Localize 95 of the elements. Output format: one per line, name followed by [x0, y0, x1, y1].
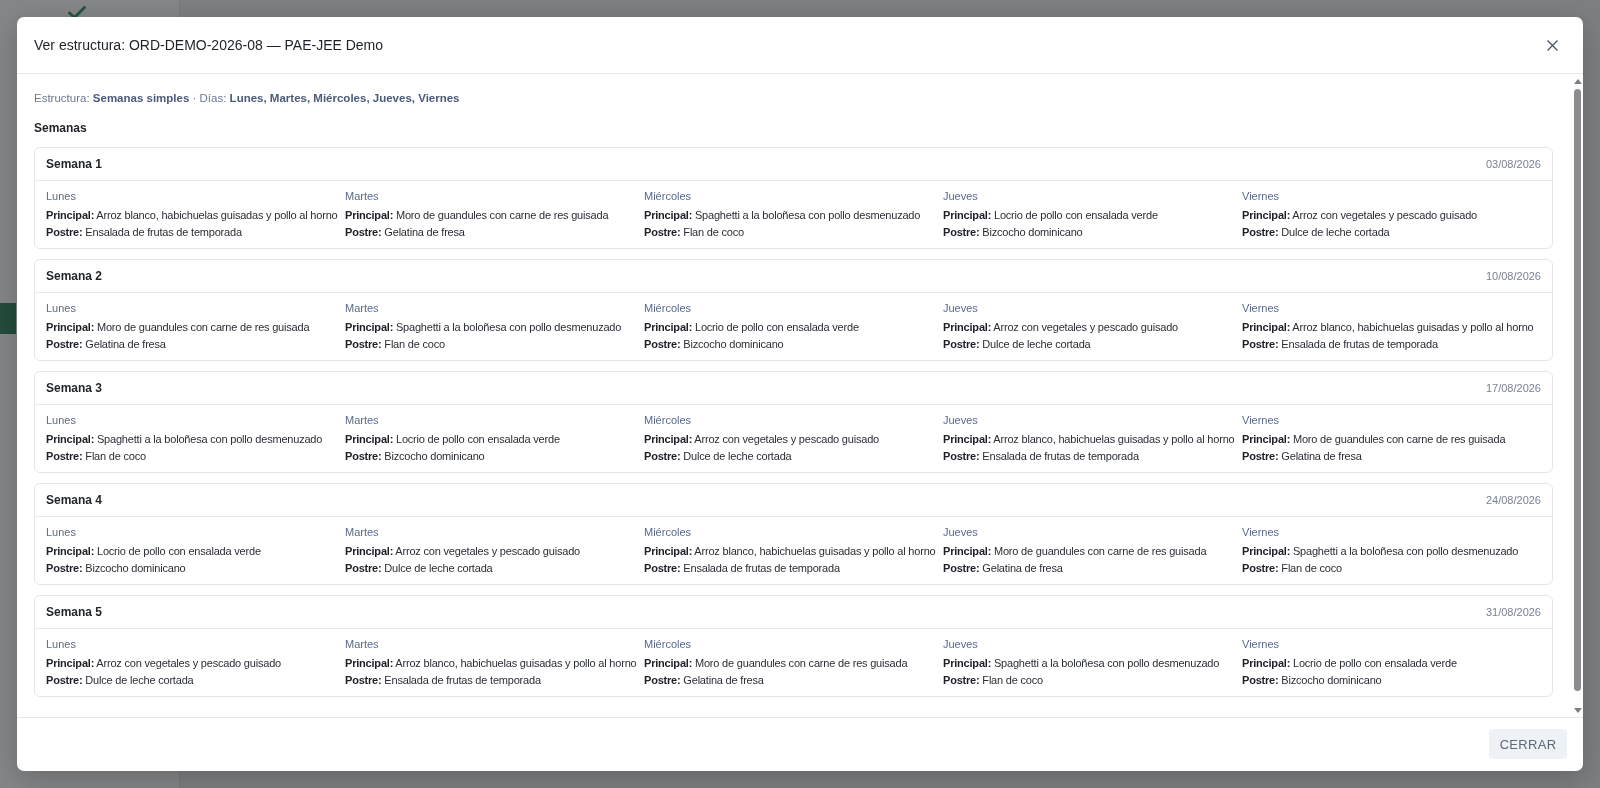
dessert-text: Postre: Bizcocho dominicano	[943, 225, 1083, 240]
day-name: Jueves	[943, 637, 979, 652]
dessert-text: Postre: Gelatina de fresa	[644, 673, 764, 688]
footer-close-button[interactable]: CERRAR	[1489, 729, 1567, 759]
main-dish-text: Principal: Locrio de pollo con ensalada verde	[1242, 656, 1457, 671]
main-dish-text: Principal: Spaghetti a la boloñesa con pollo desmenuzado	[46, 432, 323, 447]
week-date: 31/08/2026	[1485, 606, 1541, 618]
dessert-text: Postre: Flan de coco	[46, 449, 146, 464]
week-date: 03/08/2026	[1485, 158, 1541, 170]
dessert-text: Postre: Dulce de leche cortada	[1242, 225, 1390, 240]
day-name: Martes	[345, 637, 380, 652]
main-dish-text: Principal: Arroz con vegetales y pescado guisado	[644, 432, 879, 447]
dessert-text: Postre: Ensalada de frutas de temporada	[943, 449, 1139, 464]
main-dish-text: Principal: Moro de guandules con carne de res guisada	[644, 656, 908, 671]
dialog-title: Ver estructura: ORD-DEMO-2026-08 — PAE-JEE Demo	[34, 37, 384, 53]
active-nav-marker	[0, 303, 16, 334]
scrollbar-thumb[interactable]	[1574, 89, 1581, 691]
day-name: Miércoles	[644, 189, 693, 204]
dessert-text: Postre: Ensalada de frutas de temporada	[46, 225, 242, 240]
week-title: Semana 4	[46, 493, 103, 507]
dessert-text: Postre: Dulce de leche cortada	[943, 337, 1091, 352]
main-dish-text: Principal: Moro de guandules con carne de res guisada	[1242, 432, 1506, 447]
day-name: Miércoles	[644, 413, 693, 428]
dessert-text: Postre: Gelatina de fresa	[345, 225, 465, 240]
dessert-text: Postre: Bizcocho dominicano	[46, 561, 186, 576]
day-name: Jueves	[943, 189, 979, 204]
day-name: Viernes	[1242, 189, 1281, 204]
main-dish-text: Principal: Arroz blanco, habichuelas guisadas y pollo al horno	[943, 432, 1235, 447]
main-dish-text: Principal: Arroz con vegetales y pescado guisado	[1242, 208, 1477, 223]
day-name: Lunes	[46, 413, 77, 428]
day-name: Martes	[345, 525, 380, 540]
main-dish-text: Principal: Moro de guandules con carne de res guisada	[943, 544, 1207, 559]
day-name: Viernes	[1242, 525, 1281, 540]
main-dish-text: Principal: Locrio de pollo con ensalada verde	[644, 320, 859, 335]
dessert-text: Postre: Gelatina de fresa	[1242, 449, 1362, 464]
dessert-text: Postre: Dulce de leche cortada	[46, 673, 194, 688]
main-dish-text: Principal: Spaghetti a la boloñesa con pollo desmenuzado	[345, 320, 622, 335]
week-date: 17/08/2026	[1485, 382, 1541, 394]
dessert-text: Postre: Flan de coco	[644, 225, 744, 240]
week-title: Semana 3	[46, 381, 103, 395]
dessert-text: Postre: Flan de coco	[345, 337, 445, 352]
day-name: Viernes	[1242, 301, 1281, 316]
dessert-text: Postre: Ensalada de frutas de temporada	[345, 673, 541, 688]
day-name: Viernes	[1242, 413, 1281, 428]
scroll-down-icon[interactable]	[1573, 708, 1582, 713]
day-name: Viernes	[1242, 637, 1281, 652]
scroll-up-icon[interactable]	[1573, 79, 1582, 84]
day-name: Martes	[345, 413, 380, 428]
day-name: Jueves	[943, 525, 979, 540]
dessert-text: Postre: Ensalada de frutas de temporada	[644, 561, 840, 576]
main-dish-text: Principal: Moro de guandules con carne de res guisada	[345, 208, 609, 223]
main-dish-text: Principal: Arroz blanco, habichuelas guisadas y pollo al horno	[46, 208, 338, 223]
main-dish-text: Principal: Arroz blanco, habichuelas guisadas y pollo al horno	[345, 656, 637, 671]
dessert-text: Postre: Gelatina de fresa	[46, 337, 166, 352]
dessert-text: Postre: Bizcocho dominicano	[644, 337, 784, 352]
day-name: Lunes	[46, 525, 77, 540]
main-dish-text: Principal: Spaghetti a la boloñesa con pollo desmenuzado	[1242, 544, 1519, 559]
week-date: 10/08/2026	[1485, 270, 1541, 282]
day-name: Martes	[345, 301, 380, 316]
dessert-text: Postre: Bizcocho dominicano	[1242, 673, 1382, 688]
day-name: Lunes	[46, 637, 77, 652]
dessert-text: Postre: Ensalada de frutas de temporada	[1242, 337, 1438, 352]
day-name: Martes	[345, 189, 380, 204]
week-title: Semana 2	[46, 269, 103, 283]
main-dish-text: Principal: Arroz blanco, habichuelas guisadas y pollo al horno	[644, 544, 936, 559]
dessert-text: Postre: Dulce de leche cortada	[644, 449, 792, 464]
day-name: Lunes	[46, 301, 77, 316]
dessert-text: Postre: Flan de coco	[1242, 561, 1342, 576]
week-title: Semana 1	[46, 157, 103, 171]
main-dish-text: Principal: Arroz con vegetales y pescado guisado	[943, 320, 1178, 335]
main-dish-text: Principal: Spaghetti a la boloñesa con pollo desmenuzado	[644, 208, 921, 223]
main-dish-text: Principal: Arroz con vegetales y pescado guisado	[46, 656, 281, 671]
week-title: Semana 5	[46, 605, 103, 619]
main-dish-text: Principal: Locrio de pollo con ensalada verde	[943, 208, 1158, 223]
dessert-text: Postre: Dulce de leche cortada	[345, 561, 493, 576]
dessert-text: Postre: Flan de coco	[943, 673, 1043, 688]
day-name: Miércoles	[644, 301, 693, 316]
day-name: Jueves	[943, 301, 979, 316]
close-icon	[1546, 39, 1558, 51]
day-name: Jueves	[943, 413, 979, 428]
section-title: Semanas	[34, 120, 88, 136]
main-dish-text: Principal: Locrio de pollo con ensalada verde	[345, 432, 560, 447]
main-dish-text: Principal: Locrio de pollo con ensalada verde	[46, 544, 261, 559]
day-name: Miércoles	[644, 525, 693, 540]
main-dish-text: Principal: Spaghetti a la boloñesa con pollo desmenuzado	[943, 656, 1220, 671]
structure-summary: Estructura: Semanas simples · Días: Lunes, Martes, Miércoles, Jueves, Viernes	[34, 91, 461, 106]
dessert-text: Postre: Gelatina de fresa	[943, 561, 1063, 576]
check-icon	[68, 6, 86, 19]
main-dish-text: Principal: Moro de guandules con carne de res guisada	[46, 320, 310, 335]
day-name: Miércoles	[644, 637, 693, 652]
main-dish-text: Principal: Arroz blanco, habichuelas guisadas y pollo al horno	[1242, 320, 1534, 335]
week-date: 24/08/2026	[1485, 494, 1541, 506]
dessert-text: Postre: Bizcocho dominicano	[345, 449, 485, 464]
main-dish-text: Principal: Arroz con vegetales y pescado guisado	[345, 544, 580, 559]
day-name: Lunes	[46, 189, 77, 204]
